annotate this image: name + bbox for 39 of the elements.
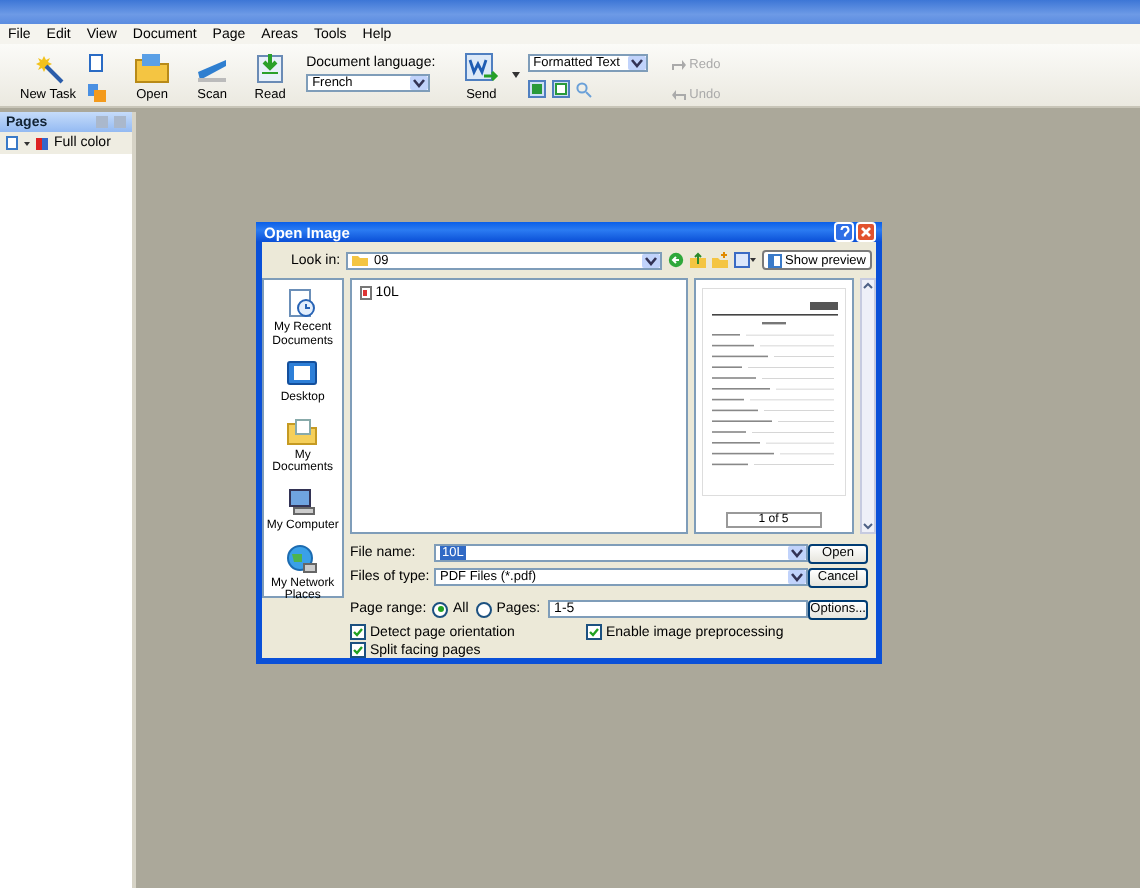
checkbox[interactable] [586,624,602,640]
undo-icon [671,90,686,100]
radio-button[interactable] [432,601,449,617]
view-menu-icon[interactable] [733,252,756,268]
redo-icon [671,60,686,70]
preview-pane-icon [767,253,782,267]
clock-document-icon [286,288,319,320]
dropdown-arrow-icon[interactable] [24,141,30,145]
text-view-icon[interactable] [551,80,570,98]
page-icon[interactable] [6,136,18,150]
folder-icon [286,415,319,448]
globe-computer-icon [286,543,319,576]
image-view-icon[interactable] [527,80,546,98]
folder-icon [352,254,369,266]
up-folder-icon[interactable] [689,252,706,268]
close-button[interactable] [856,222,876,242]
computer-icon [286,485,319,518]
help-button[interactable] [834,222,854,242]
scrollbar[interactable] [860,278,876,534]
scroll-down-icon[interactable] [862,520,874,532]
checkbox[interactable] [350,624,366,640]
magic-wand-icon [32,52,65,84]
dropdown-icon[interactable] [787,570,806,584]
dropdown-icon[interactable] [641,253,660,267]
checkbox[interactable] [350,642,366,658]
dropdown-icon[interactable] [627,56,646,70]
word-document-icon [463,52,500,84]
dropdown-icon[interactable] [410,76,429,90]
page-icon[interactable] [88,54,105,72]
dropdown-arrow-icon[interactable] [511,72,520,78]
radio-button[interactable] [476,601,493,617]
pdf-file-icon [359,286,372,300]
desktop-icon [286,358,319,391]
back-icon[interactable] [667,252,684,268]
folder-icon [134,52,171,84]
dropdown-icon[interactable] [787,546,806,560]
color-pages-icon[interactable] [88,84,107,102]
scroll-up-icon[interactable] [862,280,874,292]
color-swatch-icon[interactable] [36,137,48,149]
